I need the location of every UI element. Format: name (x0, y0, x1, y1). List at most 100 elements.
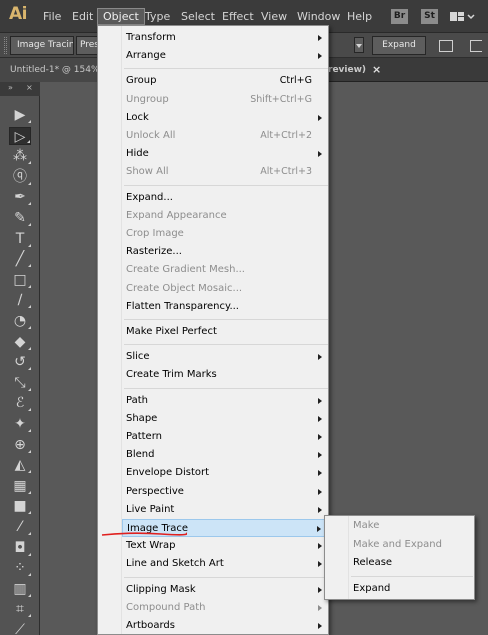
menu-item-hide[interactable]: Hide (122, 145, 328, 163)
direct-selection-tool-icon[interactable]: ▷ (9, 127, 31, 145)
menu-item-label: Path (126, 394, 148, 406)
menu-item-lock[interactable]: Lock (122, 109, 328, 127)
document-tab[interactable]: Untitled-1* @ 154% (0, 58, 98, 82)
menu-item-transform[interactable]: Transform (122, 29, 328, 47)
menu-item-expand[interactable]: Expand... (122, 189, 328, 207)
menu-item-clipping-mask[interactable]: Clipping Mask (122, 581, 328, 599)
menu-separator (124, 387, 328, 389)
menu-file[interactable]: File (43, 10, 61, 23)
rotate-tool-icon[interactable]: ↺ (9, 353, 31, 371)
menu-item-create-trim-marks[interactable]: Create Trim Marks (122, 366, 328, 384)
menu-select[interactable]: Select (181, 10, 215, 23)
menu-item-label: Ungroup (126, 93, 169, 105)
puppet-warp-tool-icon[interactable]: ✦ (9, 415, 31, 433)
menu-item-label: Create Object Mosaic... (126, 282, 243, 294)
menu-type[interactable]: Type (145, 10, 170, 23)
menu-item-label: Show All (126, 166, 169, 178)
menu-item-label: Line and Sketch Art (126, 558, 224, 570)
stock-button[interactable]: St (421, 9, 438, 24)
magic-wand-tool-icon[interactable]: ⁂ (9, 147, 31, 165)
control-bar-grip[interactable] (4, 37, 7, 54)
menu-item-text-wrap[interactable]: Text Wrap (122, 537, 328, 555)
menu-item-artboards[interactable]: Artboards (122, 617, 328, 634)
menu-object[interactable]: Object (97, 8, 145, 25)
menu-item-envelope-distort[interactable]: Envelope Distort (122, 464, 328, 482)
submenu-arrow-icon (318, 543, 322, 550)
menu-separator (124, 68, 328, 70)
menu-item-live-paint[interactable]: Live Paint (122, 501, 328, 519)
collapse-icon[interactable]: » (8, 83, 13, 92)
menu-item-path[interactable]: Path (122, 392, 328, 410)
slice-tool-icon[interactable]: ⟋ (9, 621, 31, 635)
submenu-item-expand[interactable]: Expand (349, 580, 474, 598)
menu-item-rasterize[interactable]: Rasterize... (122, 243, 328, 261)
line-segment-tool-icon[interactable]: ╱ (9, 250, 31, 268)
pen-tool-icon[interactable]: ✒ (9, 188, 31, 206)
menu-help[interactable]: Help (347, 10, 372, 23)
toolbox-header[interactable]: » × (0, 82, 40, 96)
menu-window[interactable]: Window (297, 10, 340, 23)
mesh-tool-icon[interactable]: ▦ (9, 477, 31, 495)
perspective-grid-tool-icon[interactable]: ◭ (9, 456, 31, 474)
object-menu: Transform Arrange Group Ctrl+G Ungroup Shift+… (97, 25, 329, 635)
menu-item-label: Perspective (126, 485, 184, 497)
menu-separator (124, 319, 328, 320)
menu-item-perspective[interactable]: Perspective (122, 483, 328, 501)
type-tool-icon[interactable]: T (9, 230, 31, 248)
rectangle-tool-icon[interactable]: □ (9, 271, 31, 289)
image-tracing-button[interactable]: Image Tracing (10, 36, 74, 55)
workspace-switcher-icon[interactable] (449, 10, 475, 24)
transform-icon[interactable] (470, 40, 482, 52)
menu-item-line-and-sketch-art[interactable]: Line and Sketch Art (122, 555, 328, 573)
menu-item-label: Live Paint (126, 503, 175, 515)
close-tab-icon[interactable]: × (372, 58, 381, 82)
paintbrush-tool-icon[interactable]: ∕ (9, 291, 31, 309)
menu-view[interactable]: View (261, 10, 287, 23)
warp-tool-icon[interactable]: ℰ (9, 394, 31, 412)
blend-tool-icon[interactable]: ◘ (9, 539, 31, 557)
curvature-tool-icon[interactable]: ✎ (9, 209, 31, 227)
lasso-tool-icon[interactable]: ⓠ (9, 168, 31, 186)
menu-item-shape[interactable]: Shape (122, 410, 328, 428)
menu-edit[interactable]: Edit (72, 10, 93, 23)
bridge-button[interactable]: Br (391, 9, 408, 24)
shape-builder-tool-icon[interactable]: ⊕ (9, 436, 31, 454)
menu-separator (124, 576, 328, 578)
menu-item-label: Make Pixel Perfect (126, 326, 217, 337)
menu-item-label: Flatten Transparency... (126, 300, 239, 312)
preset-dropdown[interactable]: Pres (76, 36, 98, 55)
menu-item-slice[interactable]: Slice (122, 348, 328, 366)
menu-item-label: Rasterize... (126, 246, 182, 258)
selection-tool-icon[interactable]: ▶ (9, 106, 31, 124)
submenu-item-release[interactable]: Release (349, 554, 474, 572)
menu-item-make-pixel-perfect[interactable]: Make Pixel Perfect (122, 323, 328, 341)
menu-item-label: Hide (126, 148, 149, 160)
artboard-tool-icon[interactable]: ⌗ (9, 600, 31, 618)
blob-brush-tool-icon[interactable]: ◔ (9, 312, 31, 330)
submenu-arrow-icon (318, 114, 322, 121)
gradient-tool-icon[interactable]: ■ (9, 497, 31, 515)
align-icon[interactable] (439, 40, 453, 52)
menu-item-crop-image: Crop Image (122, 225, 328, 243)
symbol-sprayer-tool-icon[interactable]: ⁘ (9, 559, 31, 577)
scale-tool-icon[interactable]: ⤡ (9, 374, 31, 392)
expand-button[interactable]: Expand (372, 36, 426, 55)
menu-item-blend[interactable]: Blend (122, 446, 328, 464)
toolbox-panel: » × ▶ ▷ ⁂ ⓠ ✒ ✎ T ╱ □ ∕ ◔ ◆ ↺ ⤡ ℰ ✦ ⊕ ◭ ▦ ■ ⁄ ◘ ⁘ ▥ ⌗ ⟋ (0, 82, 40, 635)
menu-item-label: Unlock All (126, 130, 176, 141)
close-icon[interactable]: × (26, 83, 33, 92)
eraser-tool-icon[interactable]: ◆ (9, 333, 31, 351)
column-graph-tool-icon[interactable]: ▥ (9, 580, 31, 598)
annotation-underline (101, 532, 187, 536)
menu-effect[interactable]: Effect (222, 10, 254, 23)
menu-item-group[interactable]: Group Ctrl+G (122, 72, 328, 90)
menu-item-pattern[interactable]: Pattern (122, 428, 328, 446)
menu-item-arrange[interactable]: Arrange (122, 47, 328, 65)
preset-chevron-icon[interactable] (354, 37, 364, 53)
menu-item-compound-path: Compound Path (122, 599, 328, 617)
menu-item-flatten-transparency[interactable]: Flatten Transparency... (122, 298, 328, 316)
document-tab-2[interactable]: review) (328, 58, 366, 82)
menu-item-unlock-all: Unlock All Alt+Ctrl+2 (122, 127, 328, 145)
eyedropper-tool-icon[interactable]: ⁄ (9, 518, 31, 536)
submenu-arrow-icon (318, 470, 322, 477)
